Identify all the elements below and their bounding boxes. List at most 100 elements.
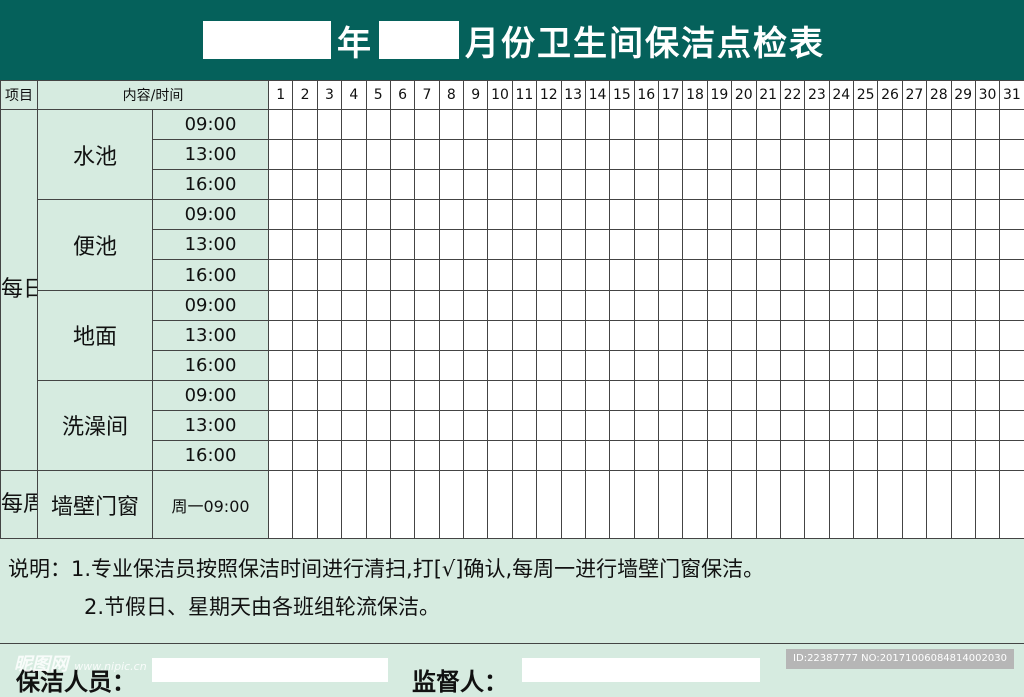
check-cell[interactable] — [293, 110, 317, 140]
check-cell[interactable] — [683, 140, 707, 170]
check-cell[interactable] — [756, 380, 780, 410]
check-cell[interactable] — [902, 410, 926, 440]
check-cell[interactable] — [683, 380, 707, 410]
check-cell[interactable] — [756, 110, 780, 140]
check-cell[interactable] — [659, 471, 683, 539]
check-cell[interactable] — [269, 290, 293, 320]
check-cell[interactable] — [756, 260, 780, 290]
check-cell[interactable] — [488, 110, 512, 140]
check-cell[interactable] — [683, 290, 707, 320]
check-cell[interactable] — [975, 320, 999, 350]
check-cell[interactable] — [512, 260, 536, 290]
check-cell[interactable] — [975, 260, 999, 290]
check-cell[interactable] — [390, 290, 414, 320]
check-cell[interactable] — [390, 140, 414, 170]
check-cell[interactable] — [683, 350, 707, 380]
check-cell[interactable] — [390, 441, 414, 471]
check-cell[interactable] — [878, 140, 902, 170]
check-cell[interactable] — [269, 350, 293, 380]
check-cell[interactable] — [415, 471, 439, 539]
check-cell[interactable] — [707, 320, 731, 350]
check-cell[interactable] — [293, 290, 317, 320]
check-cell[interactable] — [342, 110, 366, 140]
check-cell[interactable] — [756, 290, 780, 320]
check-cell[interactable] — [390, 320, 414, 350]
check-cell[interactable] — [317, 410, 341, 440]
check-cell[interactable] — [951, 441, 975, 471]
check-cell[interactable] — [610, 230, 634, 260]
check-cell[interactable] — [707, 200, 731, 230]
check-cell[interactable] — [683, 230, 707, 260]
check-cell[interactable] — [1000, 471, 1024, 539]
check-cell[interactable] — [805, 471, 829, 539]
check-cell[interactable] — [1000, 290, 1024, 320]
check-cell[interactable] — [317, 350, 341, 380]
year-blank[interactable] — [203, 21, 331, 59]
check-cell[interactable] — [829, 200, 853, 230]
check-cell[interactable] — [1000, 170, 1024, 200]
check-cell[interactable] — [561, 230, 585, 260]
check-cell[interactable] — [585, 290, 609, 320]
check-cell[interactable] — [585, 471, 609, 539]
check-cell[interactable] — [756, 230, 780, 260]
check-cell[interactable] — [634, 350, 658, 380]
check-cell[interactable] — [878, 260, 902, 290]
check-cell[interactable] — [854, 290, 878, 320]
check-cell[interactable] — [512, 170, 536, 200]
check-cell[interactable] — [634, 320, 658, 350]
check-cell[interactable] — [585, 441, 609, 471]
check-cell[interactable] — [829, 110, 853, 140]
check-cell[interactable] — [439, 170, 463, 200]
check-cell[interactable] — [780, 200, 804, 230]
check-cell[interactable] — [610, 260, 634, 290]
check-cell[interactable] — [1000, 230, 1024, 260]
check-cell[interactable] — [975, 110, 999, 140]
check-cell[interactable] — [317, 200, 341, 230]
check-cell[interactable] — [878, 350, 902, 380]
check-cell[interactable] — [1000, 441, 1024, 471]
check-cell[interactable] — [805, 320, 829, 350]
check-cell[interactable] — [756, 350, 780, 380]
check-cell[interactable] — [634, 110, 658, 140]
check-cell[interactable] — [683, 260, 707, 290]
check-cell[interactable] — [317, 471, 341, 539]
check-cell[interactable] — [707, 290, 731, 320]
check-cell[interactable] — [439, 290, 463, 320]
check-cell[interactable] — [805, 290, 829, 320]
check-cell[interactable] — [927, 320, 951, 350]
supervisor-field[interactable] — [522, 658, 760, 682]
check-cell[interactable] — [683, 320, 707, 350]
check-cell[interactable] — [683, 110, 707, 140]
check-cell[interactable] — [975, 200, 999, 230]
check-cell[interactable] — [537, 350, 561, 380]
check-cell[interactable] — [366, 200, 390, 230]
check-cell[interactable] — [293, 350, 317, 380]
check-cell[interactable] — [488, 471, 512, 539]
check-cell[interactable] — [464, 410, 488, 440]
check-cell[interactable] — [415, 380, 439, 410]
check-cell[interactable] — [927, 140, 951, 170]
check-cell[interactable] — [269, 140, 293, 170]
check-cell[interactable] — [780, 170, 804, 200]
check-cell[interactable] — [342, 441, 366, 471]
check-cell[interactable] — [951, 290, 975, 320]
check-cell[interactable] — [975, 410, 999, 440]
check-cell[interactable] — [780, 471, 804, 539]
check-cell[interactable] — [561, 380, 585, 410]
check-cell[interactable] — [293, 410, 317, 440]
check-cell[interactable] — [512, 140, 536, 170]
check-cell[interactable] — [975, 170, 999, 200]
check-cell[interactable] — [854, 410, 878, 440]
check-cell[interactable] — [683, 170, 707, 200]
check-cell[interactable] — [707, 350, 731, 380]
check-cell[interactable] — [829, 170, 853, 200]
check-cell[interactable] — [415, 410, 439, 440]
check-cell[interactable] — [927, 170, 951, 200]
check-cell[interactable] — [902, 260, 926, 290]
check-cell[interactable] — [829, 320, 853, 350]
check-cell[interactable] — [342, 170, 366, 200]
check-cell[interactable] — [293, 320, 317, 350]
check-cell[interactable] — [342, 380, 366, 410]
check-cell[interactable] — [488, 410, 512, 440]
check-cell[interactable] — [512, 290, 536, 320]
